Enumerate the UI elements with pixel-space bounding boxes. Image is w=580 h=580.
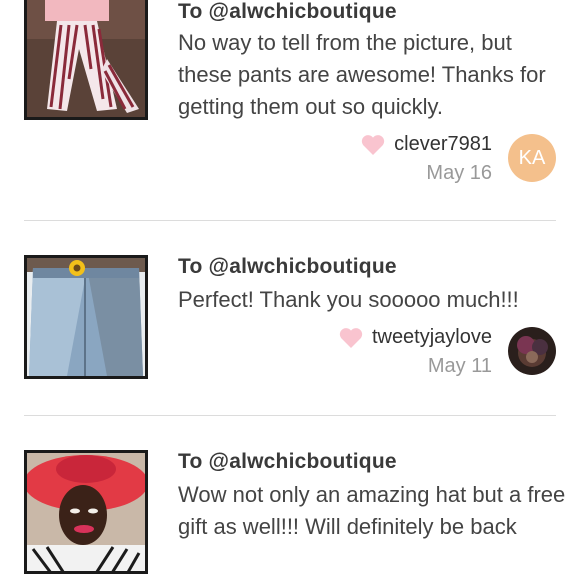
avatar[interactable] — [508, 327, 556, 375]
divider — [24, 220, 556, 221]
review-date: May 11 — [427, 355, 492, 377]
recipient-label[interactable]: To @alwchicboutique — [178, 0, 397, 24]
reviewer-username[interactable]: tweetyjaylove — [372, 326, 492, 349]
divider — [24, 415, 556, 416]
author-row: tweetyjaylove — [338, 326, 492, 349]
review-thumbnail[interactable] — [24, 255, 148, 379]
avatar[interactable]: KA — [508, 134, 556, 182]
avatar-initials: KA — [518, 146, 546, 169]
reviewer-username[interactable]: clever7981 — [394, 133, 492, 156]
recipient-label[interactable]: To @alwchicboutique — [178, 255, 397, 279]
heart-icon[interactable] — [360, 134, 386, 156]
review-thumbnail[interactable] — [24, 450, 148, 574]
denim-skirt-photo — [27, 258, 145, 376]
recipient-label[interactable]: To @alwchicboutique — [178, 450, 397, 474]
striped-pants-photo — [27, 0, 145, 117]
review-message: Wow not only an amazing hat but a free g… — [178, 482, 566, 539]
review-feed: To @alwchicboutique No way to tell from … — [0, 0, 580, 580]
review-thumbnail[interactable] — [24, 0, 148, 120]
avatar-photo — [508, 327, 556, 375]
author-row: clever7981 — [360, 133, 492, 156]
heart-icon[interactable] — [338, 327, 364, 349]
review-message: No way to tell from the picture, but the… — [178, 30, 546, 119]
review-message: Perfect! Thank you sooooo much!!! — [178, 287, 519, 312]
review-date: May 16 — [426, 162, 492, 184]
red-hat-selfie-photo — [27, 453, 145, 571]
